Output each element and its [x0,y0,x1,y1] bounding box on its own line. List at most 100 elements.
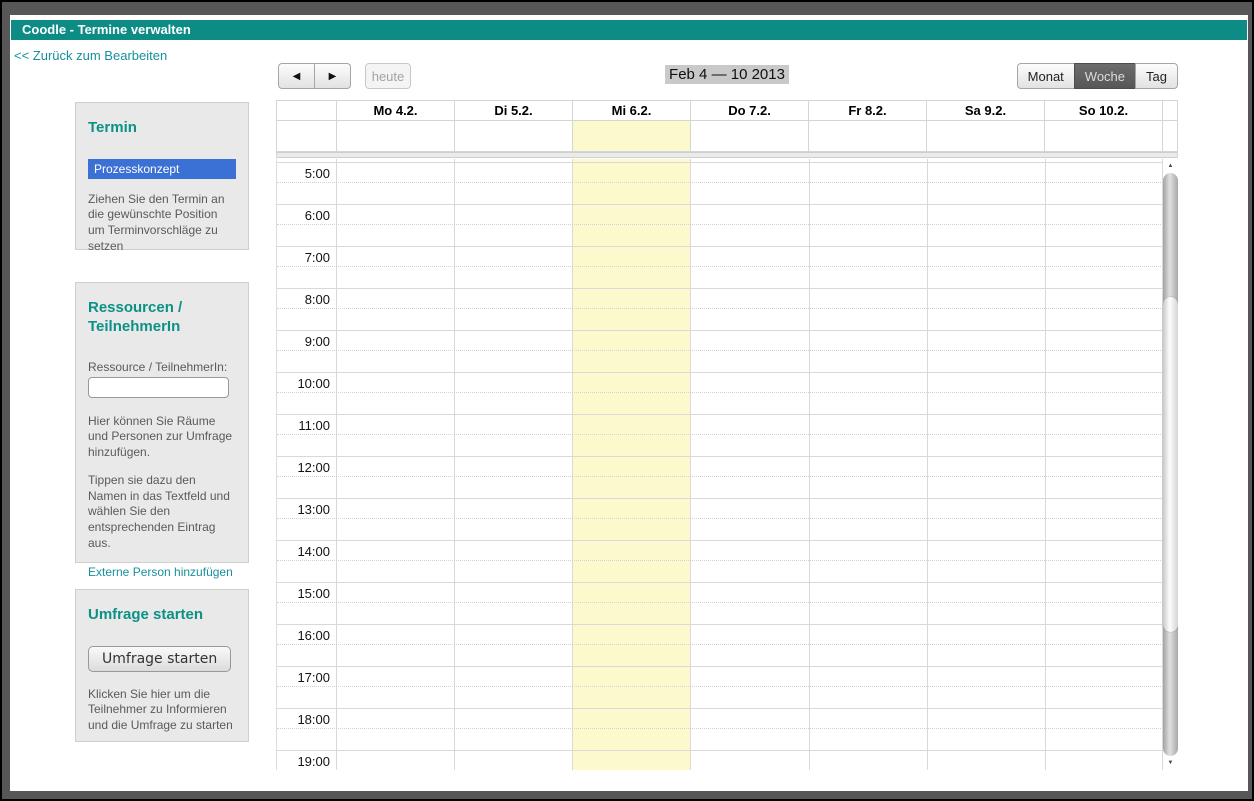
hour-row: 8:00 [277,288,1163,330]
half-hour-slot [277,751,1163,770]
hour-label: 9:00 [304,334,330,349]
add-external-person-link[interactable]: Externe Person hinzufügen [88,565,233,579]
start-poll-button[interactable]: Umfrage starten [88,645,232,672]
hour-label: 18:00 [297,712,330,727]
calendar-toolbar: ◀ ▶ heute Feb 4 — 10 2013 Monat Woche Ta… [276,62,1178,92]
next-arrow-icon: ▶ [328,70,337,82]
view-day-button[interactable]: Tag [1135,63,1178,89]
day-header-cell: Do 7.2. [690,101,808,120]
hour-label: 6:00 [304,208,330,223]
half-hour-slot [277,289,1163,309]
half-hour-slot [277,331,1163,351]
hour-row: 10:00 [277,372,1163,414]
hour-label: 15:00 [297,586,330,601]
resource-input[interactable] [88,376,229,398]
hour-label: 13:00 [297,502,330,517]
scrollbar-thumb[interactable] [1163,297,1178,632]
hour-row: 6:00 [277,204,1163,246]
day-header-cell: Di 5.2. [454,101,572,120]
allday-axis-cell [277,121,336,151]
allday-cell [1044,121,1162,151]
day-header-cell: Sa 9.2. [926,101,1044,120]
hour-row: 19:00 [277,750,1163,770]
hour-label: 14:00 [297,544,330,559]
view-week-button[interactable]: Woche [1073,63,1137,89]
header-axis-cell [277,101,336,120]
hour-rows: 5:00 6:00 7:00 8:00 9:00 10:00 11:00 12:00 13:00… [277,159,1163,770]
scrollbar: ▲ ▼ [1163,159,1178,770]
allday-cell [336,121,454,151]
ressourcen-heading: Ressourcen / TeilnehmerIn [88,299,183,335]
hour-label: 7:00 [304,250,330,265]
allday-cell [572,121,690,151]
page: Coodle - Termine verwalten << Zurück zum… [10,15,1248,791]
half-hour-slot [277,625,1163,645]
calendar-header: Mo 4.2. Di 5.2. Mi 6.2. Do 7.2. Fr 8.2. Sa 9.… [276,100,1178,158]
umfrage-panel: Umfrage starten Umfrage starten Klicken … [75,589,249,742]
half-hour-slot [277,667,1163,687]
half-hour-slot [277,373,1163,393]
app-title-bar: Coodle - Termine verwalten [11,20,1247,40]
header-gutter-cell [1162,101,1177,120]
ressourcen-hint-1: Hier können Sie Räume und Personen zur U… [88,413,233,459]
calendar-title: Feb 4 — 10 2013 [665,65,789,84]
agenda-divider [277,152,1177,158]
hour-row: 9:00 [277,330,1163,372]
hour-label: 10:00 [297,376,330,391]
allday-gutter-cell [1162,121,1177,151]
allday-cell [690,121,808,151]
hour-label: 11:00 [298,418,330,433]
hour-row: 5:00 [277,162,1163,204]
termin-hint: Ziehen Sie den Termin an die gewünschte … [88,191,225,253]
time-grid[interactable]: 5:00 6:00 7:00 8:00 9:00 10:00 11:00 12:00 13:00… [276,159,1178,770]
window-frame: Coodle - Termine verwalten << Zurück zum… [2,2,1252,799]
view-button-group: Monat Woche Tag [1016,63,1178,89]
resource-input-label: Ressource / TeilnehmerIn: [88,359,228,374]
half-hour-slot [277,499,1163,519]
day-header-cell: Mo 4.2. [336,101,454,120]
view-month-button[interactable]: Monat [1016,63,1075,89]
hour-label: 19:00 [297,754,330,769]
next-button[interactable]: ▶ [314,63,351,89]
scroll-down-icon[interactable]: ▼ [1163,756,1178,770]
hour-row: 16:00 [277,624,1163,666]
day-header-cell: Fr 8.2. [808,101,926,120]
hour-label: 12:00 [297,460,330,475]
hour-row: 12:00 [277,456,1163,498]
half-hour-slot [277,583,1163,603]
day-header-cell: Mi 6.2. [572,101,690,120]
day-header-cell: So 10.2. [1044,101,1162,120]
allday-cell [926,121,1044,151]
half-hour-slot [277,457,1163,477]
hour-row: 17:00 [277,666,1163,708]
allday-cell [808,121,926,151]
ressourcen-hint-2: Tippen sie dazu den Namen in das Textfel… [88,473,230,550]
prev-arrow-icon: ◀ [292,70,301,82]
half-hour-slot [277,415,1163,435]
allday-cell [454,121,572,151]
scroll-up-icon[interactable]: ▲ [1163,159,1178,173]
ressourcen-panel: Ressourcen / TeilnehmerIn Ressource / Te… [75,282,249,579]
app-title: Coodle - Termine verwalten [22,22,191,37]
prev-button[interactable]: ◀ [278,63,315,89]
half-hour-slot [277,541,1163,561]
hour-row: 13:00 [277,498,1163,540]
half-hour-slot [277,247,1163,267]
hour-label: 5:00 [304,166,330,181]
hour-row: 11:00 [277,414,1163,456]
back-to-edit-link[interactable]: << Zurück zum Bearbeiten [14,48,167,63]
hour-label: 8:00 [304,292,330,307]
half-hour-slot [277,709,1163,729]
hour-row: 15:00 [277,582,1163,624]
draggable-event[interactable]: Prozesskonzept [88,158,236,179]
hour-label: 17:00 [297,670,330,685]
termin-heading: Termin [88,119,137,136]
hour-row: 7:00 [277,246,1163,288]
nav-button-group: ◀ ▶ [278,63,351,89]
half-hour-slot [277,163,1163,183]
hour-row: 18:00 [277,708,1163,750]
umfrage-heading: Umfrage starten [88,606,204,623]
hour-row: 14:00 [277,540,1163,582]
today-button[interactable]: heute [365,63,411,89]
allday-row [277,120,1177,152]
